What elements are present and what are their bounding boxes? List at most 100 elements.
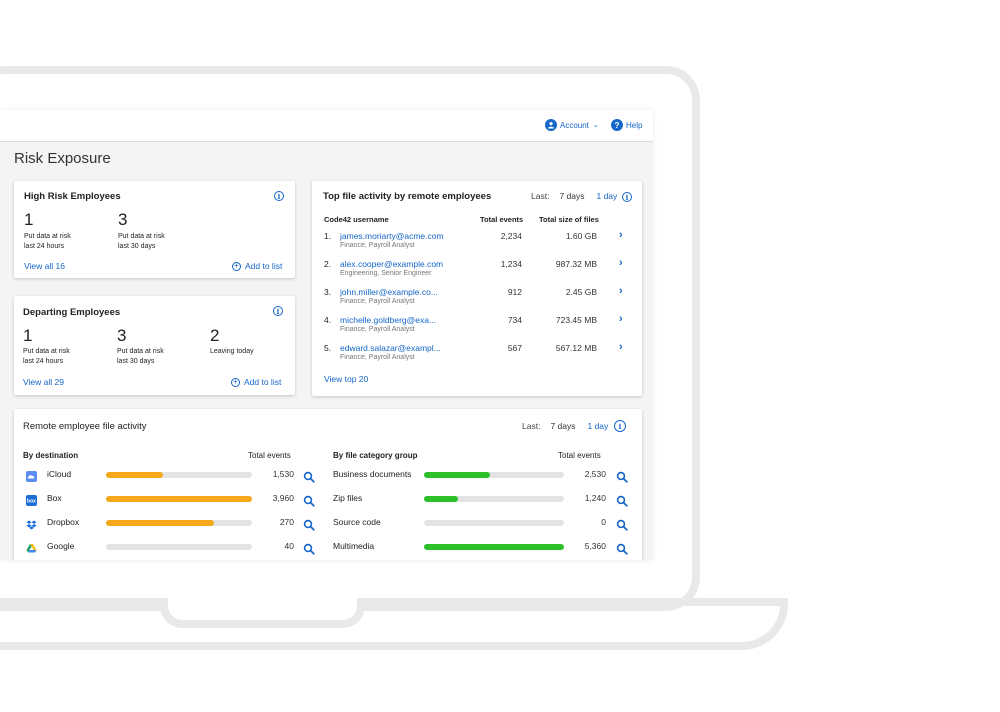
- search-icon[interactable]: [303, 542, 315, 555]
- svg-text:box: box: [27, 499, 36, 505]
- user-role: Finance, Payroll Analyst: [340, 298, 415, 305]
- chevron-right-icon[interactable]: ›: [619, 341, 623, 353]
- user-role: Finance, Payroll Analyst: [340, 354, 415, 361]
- search-icon[interactable]: [303, 494, 315, 507]
- username-link[interactable]: michelle.goldberg@exa...: [340, 315, 436, 325]
- search-icon[interactable]: [303, 518, 315, 531]
- destination-events-heading: Total events: [248, 451, 291, 460]
- stat-label: Leaving today: [210, 348, 254, 355]
- username-link[interactable]: edward.salazar@exampl...: [340, 343, 441, 353]
- stat-label: Put data at risk last 30 days: [118, 233, 165, 250]
- google-drive-icon: [26, 541, 37, 553]
- category-bar: [424, 472, 564, 478]
- category-bar: [424, 520, 564, 526]
- category-bar-fill: [424, 472, 490, 478]
- box-icon: box: [26, 493, 37, 506]
- stat-value: 3: [117, 326, 127, 345]
- destination-bar: [106, 544, 252, 550]
- stat-label: Put data at risk last 24 hours: [24, 233, 71, 250]
- chevron-right-icon[interactable]: ›: [619, 257, 623, 269]
- chevron-right-icon[interactable]: ›: [619, 229, 623, 241]
- search-icon[interactable]: [616, 470, 628, 483]
- filter-7-days[interactable]: 7 days: [559, 191, 584, 201]
- add-to-list-button[interactable]: + Add to list: [231, 377, 281, 387]
- account-label: Account: [560, 120, 589, 130]
- destination-value: 3,960: [272, 493, 294, 503]
- total-events: 734: [507, 315, 522, 325]
- destination-heading: By destination: [23, 451, 79, 460]
- row-number: 5.: [324, 343, 332, 353]
- dropbox-icon: [26, 517, 37, 530]
- category-value: 5,360: [584, 541, 606, 551]
- remote-activity-card: Remote employee file activity Last: 7 da…: [14, 409, 642, 560]
- plus-circle-icon: +: [231, 377, 240, 387]
- column-header-events: Total events: [480, 215, 524, 224]
- stat-value: 1: [23, 326, 33, 345]
- destination-value: 1,530: [272, 469, 294, 479]
- destination-bar: [106, 520, 252, 526]
- category-label: Source code: [333, 517, 381, 527]
- filter-1-day[interactable]: 1 day: [596, 191, 617, 201]
- time-filter: Last: 7 days 1 day: [531, 191, 617, 201]
- chevron-right-icon[interactable]: ›: [619, 313, 623, 325]
- info-icon[interactable]: i: [622, 192, 632, 202]
- destination-label: Google: [47, 541, 75, 551]
- search-icon[interactable]: [616, 518, 628, 531]
- view-top-link[interactable]: View top 20: [324, 374, 368, 384]
- icloud-icon: [26, 469, 37, 482]
- stat-value: 3: [118, 210, 128, 229]
- category-bar: [424, 544, 564, 550]
- username-link[interactable]: john.miller@example.co...: [340, 287, 438, 297]
- total-size: 987.32 MB: [555, 259, 597, 269]
- destination-label: Dropbox: [47, 517, 80, 527]
- row-number: 3.: [324, 287, 332, 297]
- info-icon[interactable]: i: [274, 191, 284, 201]
- top-activity-card: Top file activity by remote employees La…: [312, 181, 642, 396]
- destination-value: 270: [279, 517, 294, 527]
- username-link[interactable]: james.moriarty@acme.com: [340, 231, 444, 241]
- card-title: Remote employee file activity: [23, 421, 147, 432]
- help-label: Help: [626, 120, 643, 130]
- category-value: 1,240: [584, 493, 606, 503]
- filter-7-days[interactable]: 7 days: [550, 421, 575, 431]
- destination-bar: [106, 496, 252, 502]
- destination-bar-fill: [106, 520, 214, 526]
- chevron-down-icon: ⌄: [592, 122, 599, 129]
- filter-label: Last:: [522, 421, 541, 431]
- total-size: 567.12 MB: [555, 343, 597, 353]
- category-events-heading: Total events: [558, 451, 601, 460]
- category-heading: By file category group: [333, 451, 418, 460]
- view-all-link[interactable]: View all 29: [23, 377, 64, 387]
- user-role: Finance, Payroll Analyst: [340, 326, 415, 333]
- card-title: Top file activity by remote employees: [323, 191, 492, 202]
- info-icon[interactable]: i: [273, 306, 283, 316]
- account-menu[interactable]: Account ⌄: [545, 119, 599, 131]
- total-events: 1,234: [500, 259, 522, 269]
- row-number: 1.: [324, 231, 332, 241]
- destination-bar-fill: [106, 472, 163, 478]
- top-bar: Account ⌄ ? Help: [0, 110, 653, 142]
- search-icon[interactable]: [303, 470, 315, 483]
- add-to-list-label: Add to list: [245, 261, 283, 271]
- page-title: Risk Exposure: [14, 150, 111, 167]
- stat-value: 2: [210, 326, 220, 345]
- chevron-right-icon[interactable]: ›: [619, 285, 623, 297]
- time-filter: Last: 7 days 1 day: [522, 421, 608, 431]
- total-size: 2.45 GB: [565, 287, 597, 297]
- username-link[interactable]: alex.cooper@example.com: [340, 259, 443, 269]
- stat-value: 1: [24, 210, 34, 229]
- category-value: 2,530: [584, 469, 606, 479]
- search-icon[interactable]: [616, 542, 628, 555]
- destination-value: 40: [284, 541, 294, 551]
- help-link[interactable]: ? Help: [611, 119, 642, 131]
- user-role: Engineering, Senior Engineer: [340, 270, 432, 277]
- add-to-list-button[interactable]: + Add to list: [232, 261, 282, 271]
- search-icon[interactable]: [616, 494, 628, 507]
- total-size: 1.60 GB: [565, 231, 597, 241]
- filter-1-day[interactable]: 1 day: [587, 421, 608, 431]
- view-all-link[interactable]: View all 16: [24, 261, 65, 271]
- user-role: Finance, Payroll Analyst: [340, 242, 415, 249]
- info-icon[interactable]: i: [614, 420, 626, 432]
- user-icon: [545, 119, 557, 131]
- departing-card: Departing Employees i 1 Put data at risk…: [14, 296, 295, 395]
